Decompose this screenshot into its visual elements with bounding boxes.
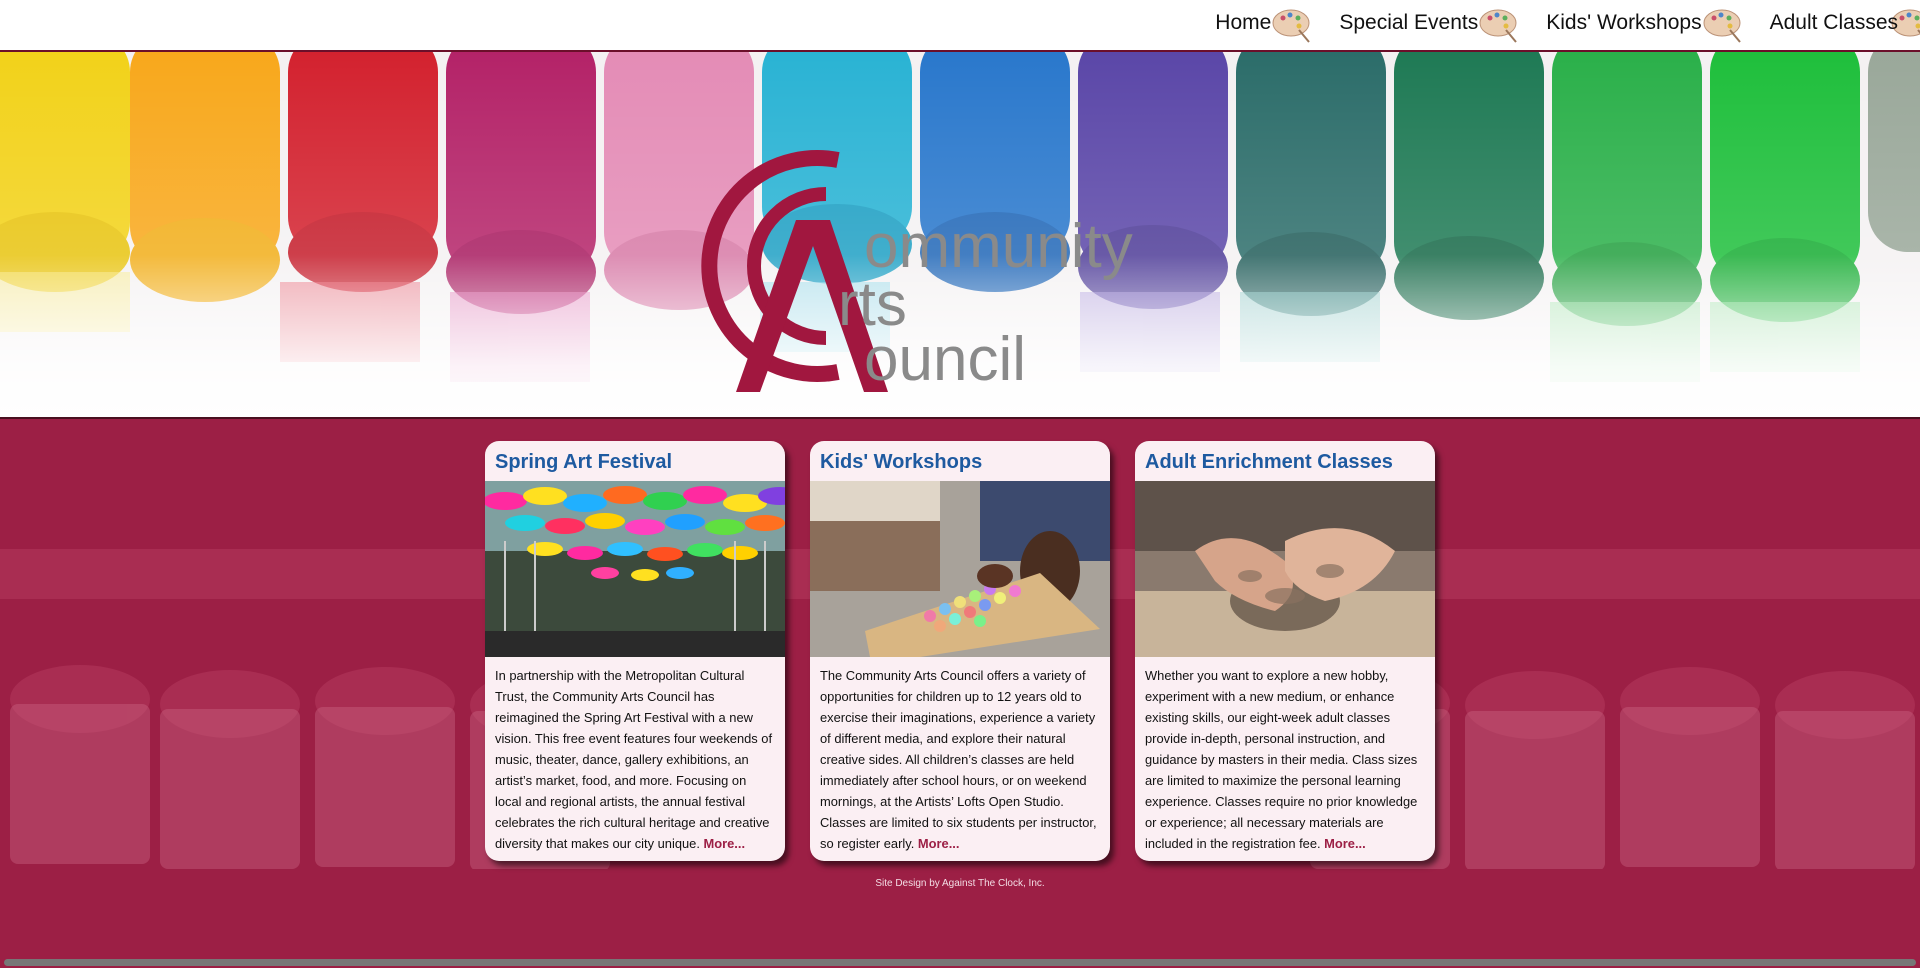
card-kids-workshops: Kids' Workshops The Community Arts Counc… — [810, 441, 1110, 861]
children-chalk-image — [810, 481, 1110, 657]
pottery-clay-hands-image — [1135, 481, 1435, 657]
nav-item-adult-classes[interactable]: Adult Classes — [1769, 8, 1920, 38]
card-title[interactable]: Spring Art Festival — [485, 441, 785, 481]
card-body: The Community Arts Council offers a vari… — [810, 657, 1110, 854]
nav-label: Adult Classes — [1769, 11, 1898, 34]
main-content: Spring Art Festival In partnership with … — [0, 419, 1920, 899]
card-description: Whether you want to explore a new hobby,… — [1145, 668, 1418, 851]
nav-label: Special Events — [1339, 11, 1479, 34]
card-body: In partnership with the Metropolitan Cul… — [485, 657, 785, 854]
feature-cards: Spring Art Festival In partnership with … — [485, 441, 1435, 861]
footer-bar — [0, 899, 1920, 968]
more-link[interactable]: More... — [704, 836, 746, 851]
community-arts-council-logo: ommunity rts ouncil — [701, 150, 1133, 394]
card-title[interactable]: Kids' Workshops — [810, 441, 1110, 481]
card-spring-art-festival: Spring Art Festival In partnership with … — [485, 441, 785, 861]
site-credit: Site Design by Against The Clock, Inc. — [875, 878, 1045, 889]
nav-label: Kids' Workshops — [1546, 11, 1702, 34]
card-description: The Community Arts Council offers a vari… — [820, 668, 1097, 851]
horizontal-scrollbar[interactable] — [4, 959, 1916, 966]
card-title[interactable]: Adult Enrichment Classes — [1135, 441, 1435, 481]
nav-menu: Home Special Events Kids' Workshops Adul… — [1215, 8, 1920, 43]
logo-word-council: ouncil — [864, 325, 1026, 394]
top-navigation: Home Special Events Kids' Workshops Adul… — [0, 0, 1920, 50]
nav-item-home[interactable]: Home — [1215, 8, 1339, 43]
nav-item-kids-workshops[interactable]: Kids' Workshops — [1546, 8, 1769, 43]
palette-icon — [1479, 9, 1518, 43]
umbrellas-festival-image — [485, 481, 785, 657]
more-link[interactable]: More... — [918, 836, 960, 851]
nav-label: Home — [1215, 11, 1272, 34]
hero-banner: ommunity rts ouncil — [0, 50, 1920, 419]
card-adult-enrichment-classes: Adult Enrichment Classes Whether you wan… — [1135, 441, 1435, 861]
palette-icon — [1272, 9, 1311, 43]
palette-icon — [1703, 9, 1741, 43]
card-body: Whether you want to explore a new hobby,… — [1135, 657, 1435, 854]
more-link[interactable]: More... — [1324, 836, 1366, 851]
card-description: In partnership with the Metropolitan Cul… — [495, 668, 773, 851]
nav-item-special-events[interactable]: Special Events — [1339, 8, 1546, 43]
